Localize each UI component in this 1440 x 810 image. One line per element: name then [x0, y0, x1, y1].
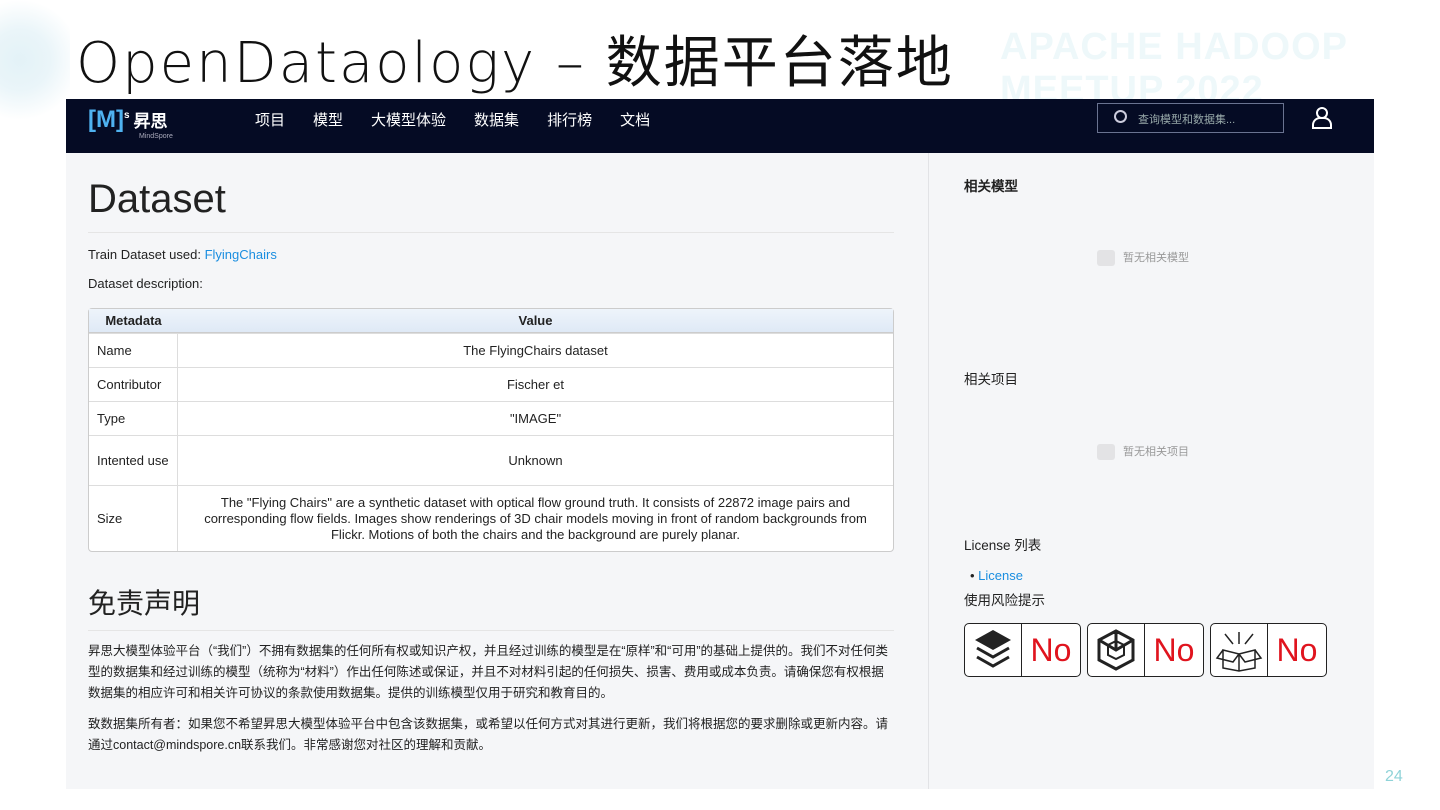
- cell-value: Unknown: [178, 435, 893, 485]
- cell-key: Contributor: [89, 367, 178, 401]
- navbar: [M]s 昇思 MindSpore 项目 模型 大模型体验 数据集 排行榜 文档 查…: [66, 99, 1374, 153]
- bullet: •: [970, 568, 979, 583]
- user-icon[interactable]: [1312, 107, 1332, 129]
- cell-value: The "Flying Chairs" are a synthetic data…: [178, 485, 893, 551]
- disclaimer-paragraph: 昇思大模型体验平台（“我们”）不拥有数据集的任何所有权或知识产权，并且经过训练的…: [88, 644, 888, 700]
- disclaimer-title: 免责声明: [88, 582, 894, 631]
- badge-label: No: [1153, 631, 1195, 668]
- briefcase-icon: [1097, 444, 1115, 461]
- train-label: Train Dataset used:: [88, 247, 205, 262]
- cell-value: Fischer et: [178, 367, 893, 401]
- risk-badge: No: [964, 623, 1081, 677]
- risk-badges: No No No: [964, 623, 1327, 677]
- no-models-text: 暂无相关模型: [1123, 252, 1189, 264]
- open-box-icon: [1211, 624, 1268, 676]
- nav-item-datasets[interactable]: 数据集: [474, 109, 519, 130]
- decorative-splash: [0, 0, 70, 200]
- description-label: Dataset description:: [88, 276, 203, 291]
- cube-icon: [1097, 250, 1115, 267]
- risk-badge: No: [1210, 623, 1327, 677]
- nav-item-llm[interactable]: 大模型体验: [371, 109, 446, 130]
- page-number: 24: [1385, 768, 1403, 785]
- no-projects-text: 暂无相关项目: [1123, 446, 1189, 458]
- related-projects-title: 相关项目: [964, 372, 1018, 387]
- layers-icon: [965, 624, 1022, 676]
- search-icon: [1114, 110, 1127, 123]
- slide-title: OpenDataology – 数据平台落地: [76, 31, 954, 96]
- page-title: Dataset: [88, 177, 894, 233]
- table-row: Contributor Fischer et: [89, 367, 893, 401]
- table-row: Size The "Flying Chairs" are a synthetic …: [89, 485, 893, 551]
- cube-icon: [1088, 624, 1145, 676]
- logo-text: 昇思: [133, 112, 168, 131]
- badge-label: No: [1030, 631, 1072, 668]
- header-metadata: Metadata: [89, 309, 178, 333]
- table-row: Type "IMAGE": [89, 401, 893, 435]
- badge-label: No: [1276, 631, 1318, 668]
- logo-mark: [M]: [88, 106, 124, 133]
- nav-item-leaderboard[interactable]: 排行榜: [547, 109, 592, 130]
- dataset-content: Dataset Train Dataset used: FlyingChairs…: [88, 153, 894, 756]
- risk-title: 使用风险提示: [964, 593, 1045, 608]
- cell-key: Type: [89, 401, 178, 435]
- cell-key: Size: [89, 485, 178, 551]
- cell-key: Intented use: [89, 435, 178, 485]
- risk-badge: No: [1087, 623, 1204, 677]
- search-input[interactable]: 查询模型和数据集...: [1097, 103, 1284, 133]
- owner-notice-paragraph: 致数据集所有者：如果您不希望昇思大模型体验平台中包含该数据集，或希望以任何方式对…: [88, 717, 889, 752]
- logo[interactable]: [M]s 昇思 MindSpore: [88, 106, 173, 140]
- related-models-title: 相关模型: [964, 179, 1018, 194]
- nav-item-projects[interactable]: 项目: [255, 109, 285, 130]
- table-row: Name The FlyingChairs dataset: [89, 333, 893, 367]
- cell-key: Name: [89, 333, 178, 367]
- metadata-table: Metadata Value Name The FlyingChairs datas…: [88, 308, 894, 552]
- search-placeholder: 查询模型和数据集...: [1138, 114, 1236, 126]
- license-title: License 列表: [964, 538, 1042, 553]
- screenshot: [M]s 昇思 MindSpore 项目 模型 大模型体验 数据集 排行榜 文档 查…: [66, 99, 1374, 789]
- cell-value: The FlyingChairs dataset: [178, 333, 893, 367]
- logo-subtext: MindSpore: [139, 133, 173, 140]
- license-link[interactable]: License: [978, 568, 1023, 583]
- header-value: Value: [178, 309, 893, 333]
- nav-item-models[interactable]: 模型: [313, 109, 343, 130]
- nav-item-docs[interactable]: 文档: [620, 109, 650, 130]
- train-dataset-link[interactable]: FlyingChairs: [205, 247, 277, 262]
- divider: [928, 153, 929, 789]
- logo-sup: s: [123, 110, 130, 121]
- table-row: Intented use Unknown: [89, 435, 893, 485]
- cell-value: "IMAGE": [178, 401, 893, 435]
